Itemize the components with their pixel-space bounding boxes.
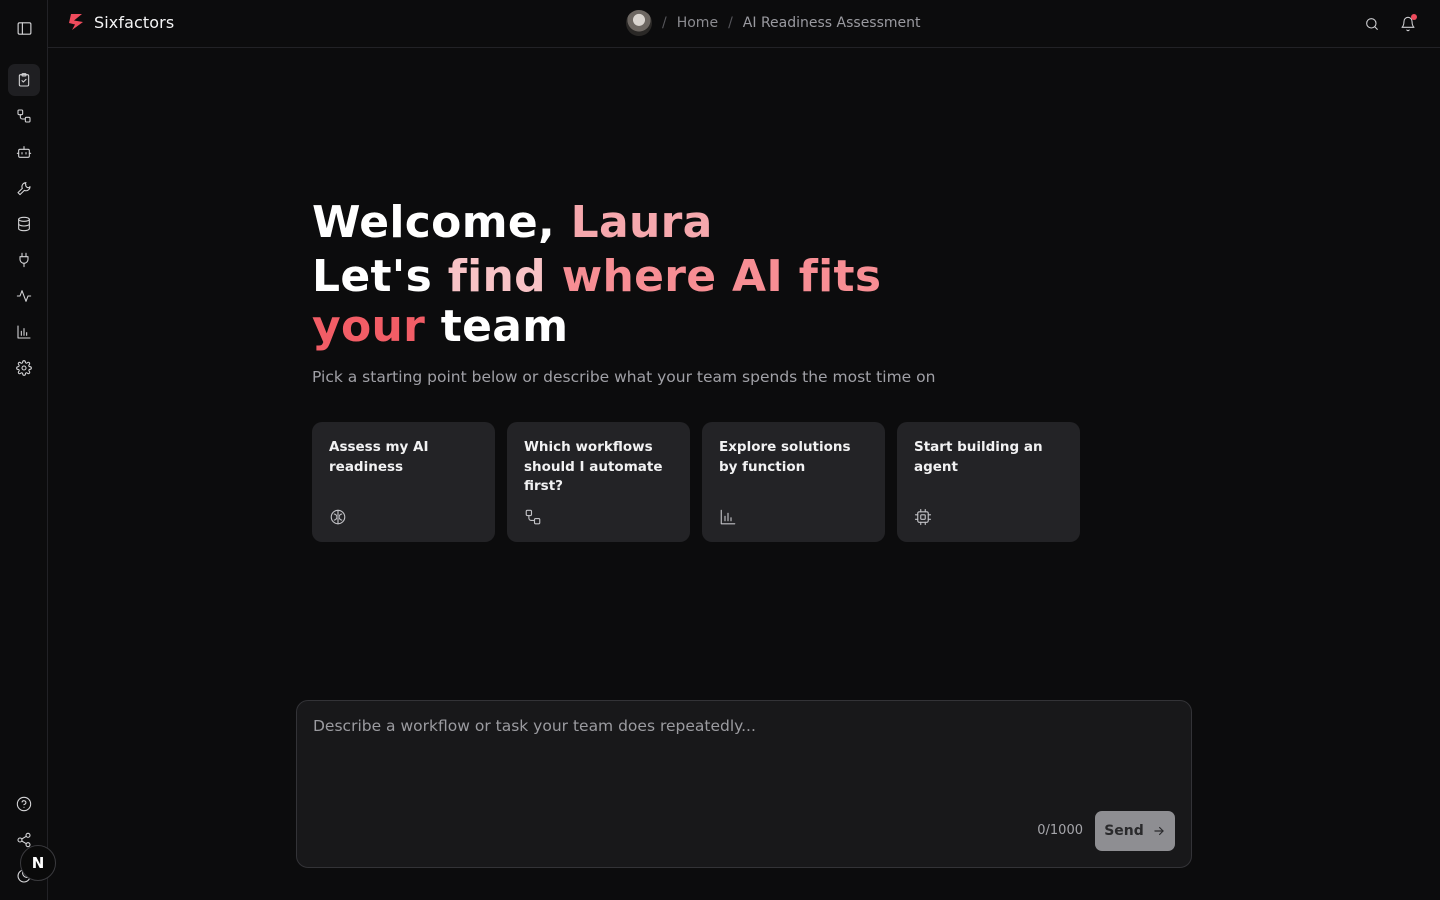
character-counter: 0/1000 — [1037, 823, 1083, 838]
breadcrumb-current: AI Readiness Assessment — [742, 15, 921, 31]
subtitle: Pick a starting point below or describe … — [312, 368, 936, 386]
sidebar-item-data[interactable] — [8, 208, 40, 240]
card-build-agent[interactable]: Start building an agent — [897, 422, 1080, 542]
settings-icon — [16, 360, 32, 376]
sidebar-item-integrations[interactable] — [8, 244, 40, 276]
bar-chart-icon — [719, 508, 737, 526]
composer: 0/1000 Send — [296, 700, 1192, 868]
sixfactors-logo-icon — [69, 14, 83, 30]
card-explore-solutions[interactable]: Explore solutions by function — [702, 422, 885, 542]
headline-part: fits — [798, 251, 882, 302]
bar-chart-icon — [17, 325, 31, 339]
breadcrumb-home[interactable]: Home — [677, 15, 718, 31]
card-title: Explore solutions by function — [719, 439, 851, 475]
search-button[interactable] — [1362, 14, 1382, 34]
sidebar-item-analytics[interactable] — [8, 316, 40, 348]
welcome-prefix: Welcome, — [312, 197, 571, 248]
sidebar-item-settings[interactable] — [8, 352, 40, 384]
breadcrumb-separator: / — [662, 15, 667, 31]
starter-cards: Assess my AI readiness Which workflows s… — [312, 422, 1080, 542]
help-circle-icon — [16, 796, 32, 812]
brand-name: Sixfactors — [94, 12, 175, 32]
welcome-heading: Welcome, Laura — [312, 196, 1092, 250]
help-button[interactable] — [8, 788, 40, 820]
plug-icon — [19, 252, 29, 268]
headline-part: team — [440, 301, 569, 352]
cpu-icon — [914, 508, 932, 526]
brain-icon — [329, 508, 347, 526]
wrench-icon — [17, 182, 31, 196]
user-name: Laura — [570, 197, 713, 248]
headline-part: where AI — [561, 251, 799, 302]
card-workflows-automate[interactable]: Which workflows should I automate first? — [507, 422, 690, 542]
headline-part: find — [447, 251, 562, 302]
clipboard-check-icon — [18, 73, 30, 87]
activity-icon — [16, 290, 32, 302]
headline-part: Let's — [312, 251, 448, 302]
sidebar-item-workflows[interactable] — [8, 100, 40, 132]
workflow-icon — [524, 508, 542, 526]
hero: Welcome, Laura Let's find where AI fits … — [312, 196, 1092, 386]
notification-dot — [1411, 14, 1417, 20]
headline: Let's find where AI fits your team — [312, 252, 972, 352]
sidebar-item-activity[interactable] — [8, 280, 40, 312]
sidebar-item-agents[interactable] — [8, 136, 40, 168]
database-icon — [18, 216, 30, 232]
notifications-button[interactable] — [1398, 14, 1418, 34]
workflow-icon — [17, 109, 31, 123]
sidebar-item-assessment[interactable] — [8, 64, 40, 96]
card-title: Start building an agent — [914, 439, 1043, 475]
sidebar-toggle-button[interactable] — [8, 12, 40, 44]
search-icon — [1366, 18, 1378, 30]
card-title: Which workflows should I automate first? — [524, 439, 663, 494]
workflow-description-input[interactable] — [313, 717, 1173, 797]
avatar[interactable] — [626, 10, 652, 36]
panel-left-icon — [17, 21, 31, 35]
sidebar — [0, 0, 48, 900]
send-label: Send — [1104, 823, 1144, 839]
card-title: Assess my AI readiness — [329, 439, 429, 475]
arrow-right-icon — [1154, 826, 1164, 836]
send-button[interactable]: Send — [1095, 811, 1175, 851]
share-icon — [17, 832, 31, 848]
breadcrumb: / Home / AI Readiness Assessment — [626, 10, 921, 36]
brand[interactable]: Sixfactors — [68, 12, 174, 32]
user-avatar-button[interactable]: N — [20, 845, 56, 881]
breadcrumb-separator: / — [728, 15, 733, 31]
headline-part: your — [312, 301, 426, 352]
bot-icon — [16, 146, 32, 158]
card-assess-readiness[interactable]: Assess my AI readiness — [312, 422, 495, 542]
topbar: Sixfactors / Home / AI Readiness Assessm… — [48, 0, 1440, 48]
sidebar-item-tools[interactable] — [8, 172, 40, 204]
